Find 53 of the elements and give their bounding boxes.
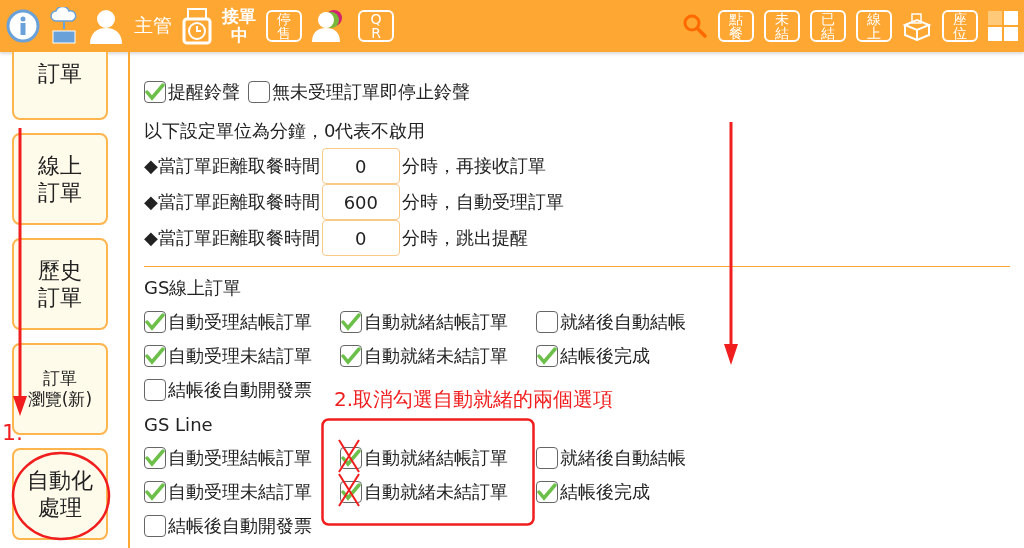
user-role: 主管 (134, 13, 172, 38)
checkbox[interactable] (144, 311, 166, 333)
checkbox-label: 自動就緒未結訂單 (364, 344, 508, 368)
minutes-field[interactable]: 0 (321, 220, 400, 256)
checkbox-label: 結帳後完成 (560, 344, 650, 368)
timer-label: ◆當訂單距離取餐時間 (144, 154, 320, 178)
cross-mark (336, 471, 362, 509)
checkbox[interactable] (340, 311, 362, 333)
timer-label: 分時，再接收訂單 (401, 154, 546, 178)
instruction-text: 2.取消勾選自動就緒的兩個選項 (334, 386, 614, 413)
checkbox-label: 自動就緒結帳訂單 (364, 310, 508, 334)
checkbox-label: 自動受理未結訂單 (168, 480, 312, 504)
timer-label: 分時，跳出提醒 (401, 226, 528, 250)
checkbox[interactable] (536, 345, 558, 367)
checkbox[interactable] (248, 81, 270, 103)
sidebar-item[interactable]: 線上 訂單 (12, 133, 108, 225)
section-title: GS線上訂單 (144, 276, 243, 300)
checkbox[interactable] (536, 481, 558, 503)
settings-note: 以下設定單位為分鐘，0代表不啟用 (144, 119, 427, 143)
checkbox-label: 自動就緒未結訂單 (364, 480, 508, 504)
checkbox-label: 結帳後自動開發票 (168, 378, 312, 402)
checkbox-label: 自動就緒結帳訂單 (364, 446, 508, 470)
timer-label: ◆當訂單距離取餐時間 (144, 226, 320, 250)
timer-label: ◆當訂單距離取餐時間 (144, 190, 320, 214)
cross-mark (336, 437, 362, 475)
checkbox-label: 自動受理結帳訂單 (168, 310, 312, 334)
checkbox-label: 提醒鈴聲 (168, 80, 240, 104)
checkbox-label: 自動受理未結訂單 (168, 344, 312, 368)
checkbox[interactable] (144, 447, 166, 469)
checkbox[interactable] (536, 447, 558, 469)
checkbox[interactable] (536, 311, 558, 333)
checkbox[interactable] (144, 379, 166, 401)
checkbox-label: 就緒後自動結帳 (560, 310, 686, 334)
info-icon[interactable] (6, 9, 40, 43)
checkbox-label: 結帳後完成 (560, 480, 650, 504)
minutes-field[interactable]: 0 (321, 148, 400, 184)
checkbox[interactable] (144, 515, 166, 537)
checkbox-label: 無未受理訂單即停止鈴聲 (272, 80, 470, 104)
sidebar-item[interactable]: 訂單 瀏覽(新) (12, 343, 108, 435)
checkbox[interactable] (144, 81, 166, 103)
sidebar-item[interactable]: 自動化 處理 (12, 448, 108, 540)
minutes-field[interactable]: 600 (321, 184, 400, 220)
sidebar-item[interactable]: 訂單 (12, 52, 108, 120)
timer-label: 分時，自動受理訂單 (401, 190, 564, 214)
checkbox[interactable] (144, 481, 166, 503)
checkbox[interactable] (340, 345, 362, 367)
sidebar-item[interactable]: 歷史 訂單 (12, 238, 108, 330)
checkbox-label: 就緒後自動結帳 (560, 446, 686, 470)
checkbox[interactable] (144, 345, 166, 367)
cloud-keyboard-icon[interactable] (50, 7, 78, 45)
checkbox-label: 自動受理結帳訂單 (168, 446, 312, 470)
checkbox-label: 結帳後自動開發票 (168, 514, 312, 538)
section-title: GS Line (144, 412, 214, 437)
